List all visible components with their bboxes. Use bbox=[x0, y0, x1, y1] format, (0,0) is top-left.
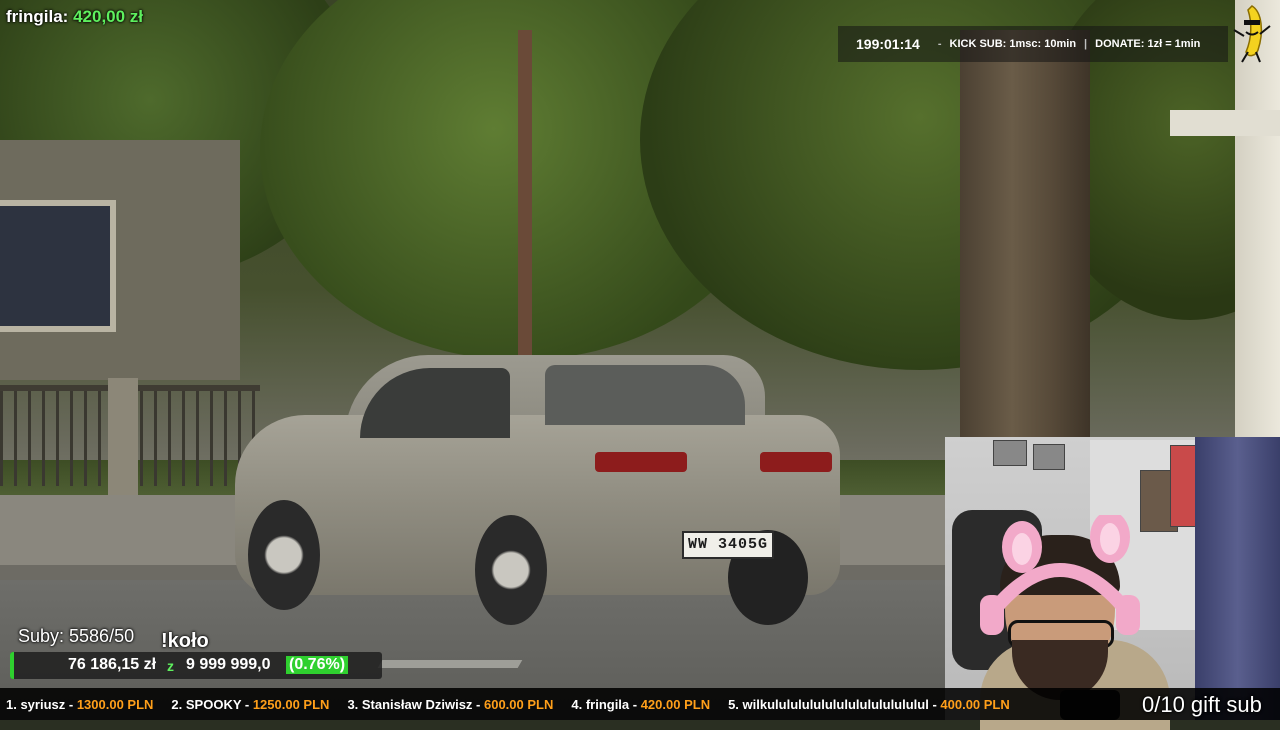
ticker-donor: 3. Stanisław Dziwisz - bbox=[347, 696, 484, 712]
top-donor-name: fringila: bbox=[6, 7, 69, 26]
car-rear-window bbox=[545, 365, 745, 425]
car-wheel bbox=[248, 500, 320, 610]
ticker-donor: 4. fringila - bbox=[571, 696, 641, 712]
banana-mascot-icon bbox=[1233, 5, 1271, 63]
ticker-donor: 5. wilkulululululululululululululul - bbox=[728, 696, 941, 712]
top-donation-amount: 420,00 zł bbox=[73, 7, 144, 26]
donation-goal-target: 9 999 999,0 bbox=[186, 656, 271, 673]
subs-counter: Suby: 5586/50 bbox=[18, 626, 135, 646]
ticker-entry: 1. syriusz - 1300.00 PLN bbox=[6, 697, 153, 712]
ticker-entry: 2. SPOOKY - 1250.00 PLN bbox=[171, 697, 329, 712]
gift-sub-counter: 0/10 gift sub bbox=[1142, 692, 1262, 717]
building-wall bbox=[1235, 0, 1280, 440]
ticker-donor: 2. SPOOKY - bbox=[171, 696, 253, 712]
donate-rate: DONATE: 1zł = 1min bbox=[1095, 38, 1201, 50]
car-taillight bbox=[760, 452, 832, 472]
ticker-amount: 420.00 PLN bbox=[640, 696, 711, 712]
wall-photo bbox=[993, 440, 1027, 466]
lamp-pole bbox=[518, 30, 532, 360]
tree-trunk bbox=[960, 30, 1090, 470]
ticker-amount: 400.00 PLN bbox=[940, 696, 1010, 712]
car-wheel bbox=[475, 515, 547, 625]
info-separator: | bbox=[1084, 38, 1088, 50]
webcam-curtain bbox=[1195, 437, 1280, 720]
fence-pillar bbox=[108, 378, 138, 498]
ticker-amount: 1250.00 PLN bbox=[252, 696, 330, 712]
building-ledge bbox=[1170, 110, 1280, 136]
wall-poster bbox=[1170, 445, 1196, 527]
road-marking bbox=[377, 660, 523, 668]
ticker-entry: 5. wilkulululululululululululululul - 40… bbox=[728, 697, 1010, 712]
subathon-info-bar: 199:01:14 - KICK SUB: 1msc: 10min | DONA… bbox=[838, 26, 1228, 62]
wall-photo bbox=[1033, 444, 1065, 470]
bunny-ears-headset-icon bbox=[980, 515, 1140, 635]
top-donors-ticker: 1. syriusz - 1300.00 PLN 2. SPOOKY - 125… bbox=[0, 688, 1280, 720]
ticker-entry: 3. Stanisław Dziwisz - 600.00 PLN bbox=[347, 697, 553, 712]
ticker-amount: 1300.00 PLN bbox=[76, 696, 154, 712]
timer-dash: - bbox=[937, 38, 942, 50]
kick-sub-rate: KICK SUB: 1msc: 10min bbox=[949, 38, 1077, 50]
ticker-entry: 4. fringila - 420.00 PLN bbox=[571, 697, 710, 712]
house-window bbox=[0, 200, 116, 332]
license-plate: WW 3405G bbox=[682, 531, 774, 559]
donation-goal-fill bbox=[10, 652, 14, 679]
donation-goal-current: 76 186,15 zł bbox=[68, 656, 157, 673]
donation-goal-currency: z bbox=[167, 658, 174, 674]
car-taillight bbox=[595, 452, 687, 472]
wheel-command: !koło bbox=[161, 630, 209, 652]
ticker-amount: 600.00 PLN bbox=[483, 696, 554, 712]
ticker-donor: 1. syriusz - bbox=[6, 696, 77, 712]
top-donation: fringila: 420,00 zł bbox=[6, 7, 143, 27]
donation-goal-bar: 76 186,15 zł z 9 999 999,0 (0.76%) bbox=[10, 652, 382, 679]
subathon-timer: 199:01:14 bbox=[856, 36, 920, 52]
donation-goal-percent: (0.76%) bbox=[286, 656, 349, 674]
